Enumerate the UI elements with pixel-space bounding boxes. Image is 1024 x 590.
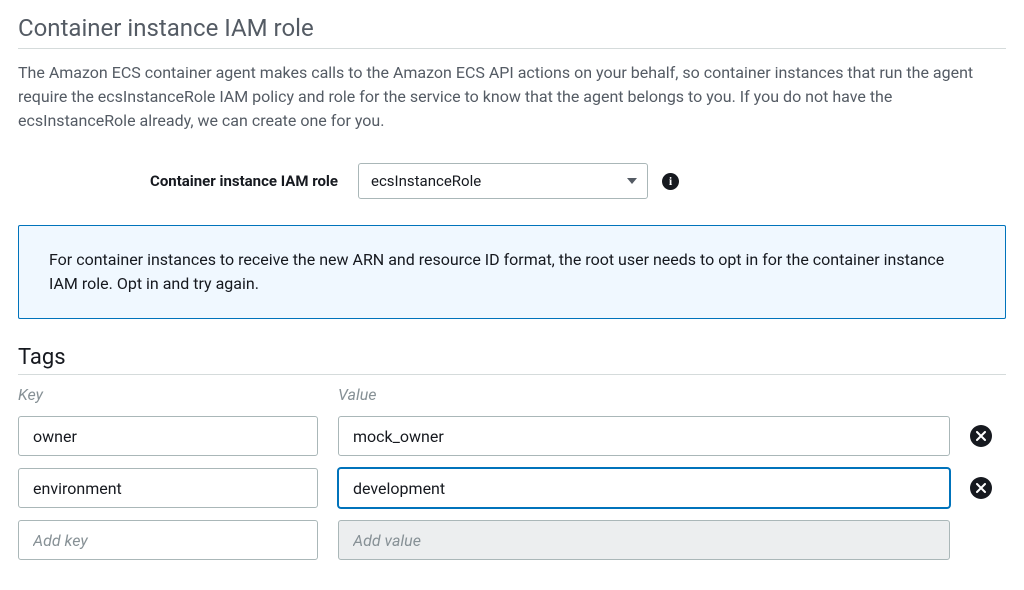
remove-tag-button[interactable] [970, 477, 992, 499]
add-tag-key-input[interactable] [18, 520, 318, 560]
info-icon[interactable]: i [662, 173, 679, 190]
remove-tag-button[interactable] [970, 425, 992, 447]
add-tag-value-input[interactable] [338, 520, 950, 560]
chevron-down-icon [627, 178, 637, 184]
tags-grid: Key Value [18, 385, 1006, 560]
section-title: Container instance IAM role [18, 14, 1006, 49]
tag-value-input[interactable] [338, 416, 950, 456]
iam-role-selected-value: ecsInstanceRole [371, 172, 481, 190]
tag-key-input[interactable] [18, 416, 318, 456]
info-notice: For container instances to receive the n… [18, 225, 1006, 319]
iam-role-field-row: Container instance IAM role ecsInstanceR… [18, 163, 1006, 199]
iam-role-select[interactable]: ecsInstanceRole [358, 163, 648, 199]
close-icon [976, 431, 986, 441]
tags-key-header: Key [18, 385, 318, 404]
iam-role-label: Container instance IAM role [18, 172, 358, 190]
tags-value-header: Value [338, 385, 950, 404]
close-icon [976, 483, 986, 493]
tag-value-input[interactable] [338, 468, 950, 508]
info-notice-text: For container instances to receive the n… [49, 250, 944, 293]
section-description: The Amazon ECS container agent makes cal… [18, 61, 1006, 133]
tag-key-input[interactable] [18, 468, 318, 508]
tags-title: Tags [18, 345, 1006, 375]
